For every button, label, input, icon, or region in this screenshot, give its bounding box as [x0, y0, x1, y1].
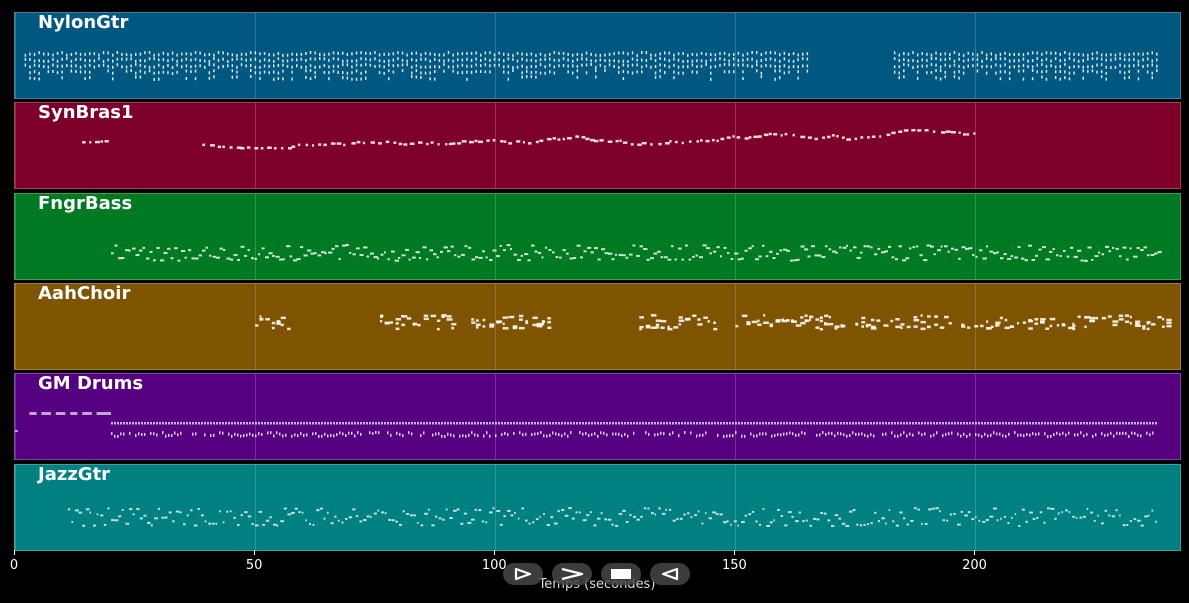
x-tick	[734, 550, 736, 555]
track-label: AahChoir	[38, 283, 131, 304]
stop-icon	[611, 569, 631, 579]
stop-button[interactable]	[601, 563, 641, 585]
track-label: SynBras1	[38, 102, 134, 123]
x-tick-label: 0	[9, 558, 19, 573]
track-fngrbass[interactable]: FngrBass	[14, 193, 1181, 280]
x-tick	[974, 550, 976, 555]
note-lane	[15, 412, 1157, 438]
transport-controls	[503, 563, 690, 585]
track-synbras1[interactable]: SynBras1	[14, 102, 1181, 189]
rewind-button[interactable]	[650, 563, 690, 585]
x-tick-label: 150	[721, 558, 747, 573]
x-tick	[14, 550, 15, 555]
x-tick	[494, 550, 496, 555]
fast-forward-icon	[561, 567, 584, 581]
x-tick-label: 200	[962, 558, 987, 573]
x-tick	[254, 550, 256, 555]
track-gm-drums[interactable]: GM Drums	[14, 373, 1181, 460]
track-label: FngrBass	[38, 193, 133, 214]
fast-forward-button[interactable]	[552, 563, 592, 585]
track-aahchoir[interactable]: AahChoir	[14, 283, 1181, 370]
note-lane	[111, 244, 1162, 262]
note-lane	[67, 507, 1157, 527]
track-jazzgtr[interactable]: JazzGtr	[14, 464, 1181, 551]
track-label: GM Drums	[38, 373, 144, 394]
play-button[interactable]	[503, 563, 543, 585]
track-label: NylonGtr	[38, 12, 129, 33]
track-label: JazzGtr	[38, 464, 111, 485]
piano-roll-viewer: NylonGtr SynBras1 FngrBass AahChoir GM D…	[0, 0, 1189, 603]
track-nylongtr[interactable]: NylonGtr	[14, 12, 1181, 99]
x-tick-label: 50	[245, 558, 263, 573]
rewind-icon	[661, 567, 679, 581]
note-lane	[82, 129, 976, 150]
play-icon	[514, 567, 532, 581]
note-lane	[255, 314, 1172, 331]
note-lane	[24, 51, 1158, 81]
